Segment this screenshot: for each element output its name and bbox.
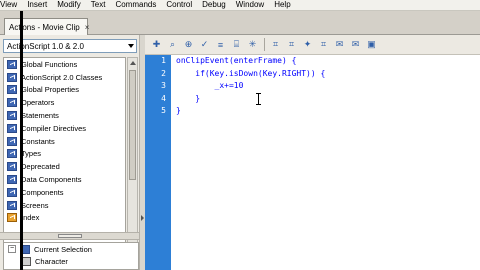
book-icon — [7, 136, 17, 146]
code-line[interactable]: onClipEvent(enterFrame) { — [176, 55, 325, 68]
scroll-up-icon[interactable] — [130, 61, 136, 65]
script-toolbar: ✚ ⌕ ⊕ ✓ ≡ ⌸ ✳ ⌗ ⌗ ✦ ⌗ ✉ ✉ ▣ — [145, 35, 480, 55]
panel-tabstrip: Actions - Movie Clip × — [0, 11, 480, 35]
auto-format-icon[interactable]: ≡ — [214, 38, 227, 51]
black-marker-line — [20, 11, 23, 270]
line-number: 5 — [161, 106, 166, 115]
splitter-grip[interactable] — [58, 234, 82, 238]
text-cursor-icon — [256, 93, 262, 105]
movie-clip-icon — [22, 256, 31, 266]
show-hide-toolbox-icon[interactable]: ▣ — [365, 38, 378, 51]
collapse-selection-icon[interactable]: ⌗ — [285, 38, 298, 51]
menu-bar: View Insert Modify Text Commands Control… — [0, 0, 480, 11]
scroll-thumb[interactable] — [129, 70, 136, 180]
toolbox-item-label: Global Properties — [21, 85, 79, 95]
book-icon — [7, 98, 17, 108]
book-icon — [7, 123, 17, 133]
book-icon — [7, 149, 17, 159]
book-icon — [7, 85, 17, 95]
menu-commands[interactable]: Commands — [110, 0, 161, 10]
line-number: 4 — [161, 93, 166, 103]
toolbar-divider — [264, 38, 265, 51]
toolbox-item-label: Global Functions — [21, 59, 78, 69]
line-number-gutter: 1 2 3 4 5 — [145, 55, 171, 270]
book-icon — [7, 200, 17, 210]
code-line[interactable]: if(Key.isDown(Key.RIGHT)) { — [176, 68, 325, 81]
collapse-arrow-icon[interactable] — [141, 215, 144, 221]
book-icon — [7, 72, 17, 82]
insert-target-path-icon[interactable]: ⊕ — [182, 38, 195, 51]
book-icon — [7, 59, 17, 69]
code-area[interactable]: onClipEvent(enterFrame) { if(Key.isDown(… — [176, 55, 325, 118]
collapse-icon[interactable]: − — [8, 245, 16, 253]
close-icon[interactable]: × — [85, 23, 90, 32]
nav-item-character[interactable]: Character — [4, 255, 138, 267]
menu-help[interactable]: Help — [269, 0, 295, 10]
toolbox-item-label: Constants — [21, 136, 55, 146]
menu-modify[interactable]: Modify — [52, 0, 86, 10]
code-line[interactable]: } — [176, 93, 325, 106]
toolbox-item-label: Statements — [21, 111, 59, 121]
toolbox-item-label: Components — [21, 187, 64, 197]
expand-all-icon[interactable]: ✦ — [301, 38, 314, 51]
line-number: 1 — [161, 56, 166, 65]
add-item-icon[interactable]: ✚ — [150, 38, 163, 51]
menu-text[interactable]: Text — [86, 0, 111, 10]
language-select-value: ActionScript 1.0 & 2.0 — [7, 41, 84, 51]
collapse-between-braces-icon[interactable]: ⌗ — [269, 38, 282, 51]
toolbox-item-label: ActionScript 2.0 Classes — [21, 72, 103, 82]
toolbox-item-label: Compiler Directives — [21, 123, 87, 133]
chevron-down-icon[interactable] — [128, 44, 134, 48]
toolbox-item-label: Operators — [21, 98, 55, 108]
line-number: 3 — [161, 81, 166, 90]
show-code-hint-icon[interactable]: ⌸ — [230, 38, 243, 51]
debug-options-icon[interactable]: ✳ — [246, 38, 259, 51]
menu-debug[interactable]: Debug — [197, 0, 231, 10]
toolbox-item-label: Deprecated — [21, 162, 60, 172]
nav-item-label: Current Selection — [34, 244, 92, 254]
toolbox-item-label: Index — [21, 213, 40, 223]
menu-insert[interactable]: Insert — [22, 0, 52, 10]
script-editor[interactable]: 1 2 3 4 5 onClipEvent(enterFrame) { if(K… — [145, 55, 480, 270]
book-icon — [7, 175, 17, 185]
menu-window[interactable]: Window — [231, 0, 269, 10]
book-icon — [7, 162, 17, 172]
book-icon — [7, 111, 17, 121]
check-syntax-icon[interactable]: ✓ — [198, 38, 211, 51]
nav-item-current-selection[interactable]: − Current Selection — [4, 243, 138, 255]
code-line[interactable]: } — [176, 105, 325, 118]
toolbox-item-label: Screens — [21, 200, 49, 210]
tab-actions-movie-clip[interactable]: Actions - Movie Clip × — [4, 18, 90, 35]
menu-control[interactable]: Control — [161, 0, 197, 10]
remove-comment-icon[interactable]: ✉ — [349, 38, 362, 51]
apply-block-comment-icon[interactable]: ⌗ — [317, 38, 330, 51]
book-icon — [7, 187, 17, 197]
menu-view[interactable]: View — [0, 0, 22, 10]
toolbox-item-label: Data Components — [21, 175, 82, 185]
line-number: 2 — [161, 68, 166, 78]
language-select[interactable]: ActionScript 1.0 & 2.0 — [3, 39, 137, 53]
index-icon — [7, 213, 17, 223]
code-line[interactable]: _x+=10 — [176, 80, 325, 93]
toolbox-item-label: Types — [21, 149, 42, 159]
nav-item-label: Character — [35, 256, 68, 266]
script-navigator: − Current Selection Character — [3, 242, 139, 270]
find-icon[interactable]: ⌕ — [166, 38, 179, 51]
apply-line-comment-icon[interactable]: ✉ — [333, 38, 346, 51]
